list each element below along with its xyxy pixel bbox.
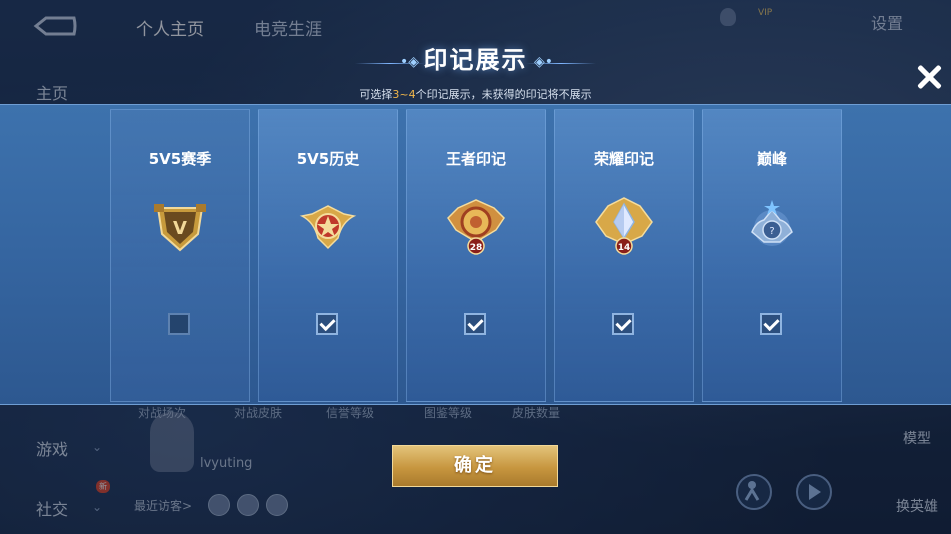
- select-checkbox[interactable]: [168, 313, 190, 335]
- confirm-button[interactable]: 确定: [392, 445, 558, 487]
- emblem-card-glory-mark[interactable]: 荣耀印记 14: [554, 109, 694, 402]
- emblem-card-peak[interactable]: 巅峰 ?: [702, 109, 842, 402]
- check-icon: [615, 314, 632, 332]
- card-label: 荣耀印记: [593, 150, 654, 168]
- select-checkbox[interactable]: [760, 313, 782, 335]
- emblem-card-5v5-history[interactable]: 5V5历史: [258, 109, 398, 402]
- emblem-badge: ?: [769, 226, 774, 237]
- card-label: 巅峰: [756, 150, 787, 168]
- subtitle-text: 可选择: [359, 88, 393, 101]
- gold-shield-V-icon: V: [154, 204, 206, 252]
- peak-unknown-icon: ?: [751, 200, 793, 246]
- check-icon: [763, 314, 780, 332]
- emblem-card-king-mark[interactable]: 王者印记 28: [406, 109, 546, 402]
- emblem-badge: 28: [470, 243, 483, 253]
- svg-text:V: V: [173, 218, 187, 239]
- emblem-badge: 14: [618, 243, 631, 253]
- emblem-card-5v5-season[interactable]: 5V5赛季 V: [110, 109, 250, 402]
- emblem-panel: 5V5赛季 V 5V5历史 王者印记 28 荣耀印记 14 巅峰 ?: [0, 104, 951, 405]
- dialog-title: 印记展示: [423, 46, 528, 74]
- select-checkbox[interactable]: [464, 313, 486, 335]
- card-label: 王者印记: [445, 150, 506, 168]
- check-icon: [319, 314, 336, 332]
- check-icon: [467, 314, 484, 332]
- close-icon[interactable]: [912, 60, 946, 94]
- king-seal-28-icon: 28: [447, 199, 505, 255]
- card-label: 5V5历史: [296, 150, 360, 168]
- select-checkbox[interactable]: [612, 313, 634, 335]
- subtitle-range: 3~4: [392, 88, 416, 101]
- glory-crystal-14-icon: 14: [595, 197, 653, 255]
- select-checkbox[interactable]: [316, 313, 338, 335]
- subtitle-text: 个印记展示，未获得的印记将不展示: [415, 88, 592, 101]
- gold-star-wing-icon: [299, 205, 357, 250]
- dialog-subtitle: 可选择3~4个印记展示，未获得的印记将不展示: [0, 86, 951, 102]
- card-label: 5V5赛季: [148, 150, 212, 168]
